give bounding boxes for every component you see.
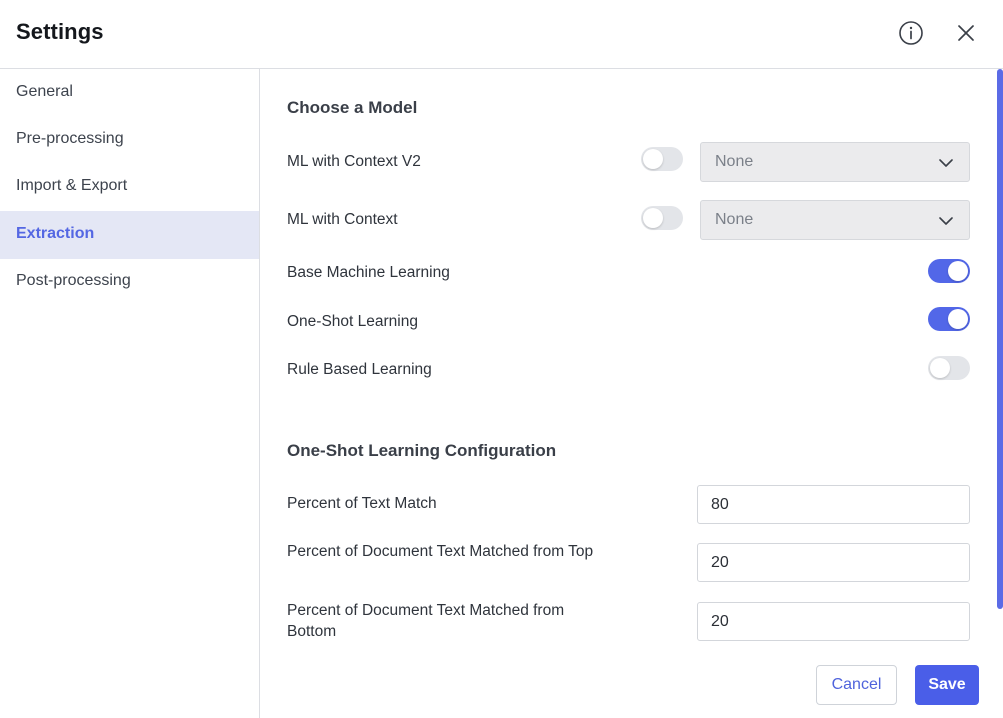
toggle-rule-based[interactable] (928, 356, 970, 380)
select-ml-context[interactable]: None (700, 200, 970, 240)
toggle-knob (643, 208, 663, 228)
settings-sidebar: General Pre-processing Import & Export E… (0, 69, 260, 718)
model-label-ml-context: ML with Context (287, 211, 398, 228)
toggle-one-shot[interactable] (928, 307, 970, 331)
model-label-base-ml: Base Machine Learning (287, 264, 450, 281)
toggle-knob (948, 309, 968, 329)
dialog-title: Settings (16, 19, 104, 44)
select-ml-context-v2[interactable]: None (700, 142, 970, 182)
info-icon[interactable] (898, 20, 924, 46)
toggle-knob (948, 261, 968, 281)
select-value: None (715, 211, 754, 228)
close-icon[interactable] (954, 21, 978, 45)
toggle-ml-context[interactable] (641, 206, 683, 230)
matched-top-input[interactable] (697, 543, 970, 582)
select-value: None (715, 153, 754, 170)
settings-content: Choose a Model ML with Context V2 None M… (260, 69, 1003, 718)
model-label-one-shot: One-Shot Learning (287, 313, 418, 330)
section-title-choose-model: Choose a Model (287, 98, 418, 117)
text-match-input[interactable] (697, 485, 970, 524)
toggle-knob (643, 149, 663, 169)
chevron-down-icon (939, 217, 953, 225)
sidebar-item-extraction[interactable]: Extraction (0, 211, 259, 259)
sidebar-item-pre-processing[interactable]: Pre-processing (0, 116, 259, 164)
toggle-base-ml[interactable] (928, 259, 970, 283)
matched-bottom-input[interactable] (697, 602, 970, 641)
cancel-button[interactable]: Cancel (816, 665, 897, 705)
section-title-one-shot-config: One-Shot Learning Configuration (287, 441, 557, 460)
sidebar-item-import-export[interactable]: Import & Export (0, 163, 259, 211)
toggle-knob (930, 358, 950, 378)
field-label-text-match: Percent of Text Match (287, 495, 437, 512)
sidebar-item-post-processing[interactable]: Post-processing (0, 258, 259, 306)
toggle-ml-context-v2[interactable] (641, 147, 683, 171)
field-label-matched-bottom: Percent of Document Text Matched from Bo… (287, 602, 565, 640)
field-label-matched-top: Percent of Document Text Matched from To… (287, 543, 594, 560)
dialog-header: Settings (0, 0, 1003, 69)
sidebar-item-general[interactable]: General (0, 69, 259, 117)
save-button[interactable]: Save (915, 665, 979, 705)
chevron-down-icon (939, 159, 953, 167)
model-label-ml-context-v2: ML with Context V2 (287, 153, 421, 170)
content-scrollbar[interactable] (997, 69, 1003, 609)
model-label-rule-based: Rule Based Learning (287, 361, 432, 378)
